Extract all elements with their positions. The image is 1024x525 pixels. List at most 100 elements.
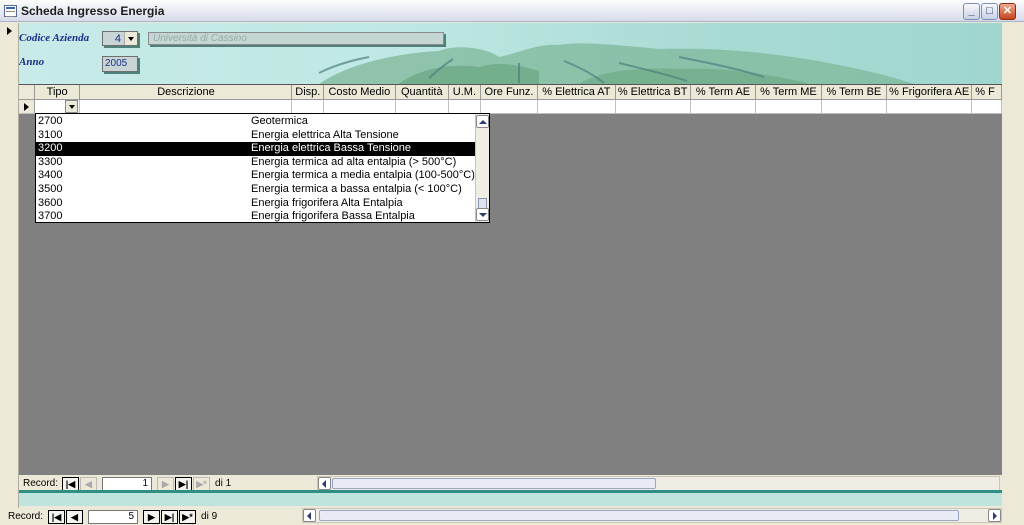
col-header[interactable]: % Term BE (822, 85, 888, 99)
list-item[interactable]: 2700 Geotermica (36, 115, 476, 129)
prev-record-button[interactable]: ◀ (80, 476, 98, 491)
main-record-navigator: Record: |◀ ◀ 5 ▶ ▶| ▶* di 9 (4, 508, 300, 525)
col-header[interactable]: Tipo (35, 85, 81, 99)
codice-azienda-label: Codice Azienda (19, 32, 90, 44)
col-header[interactable]: Ore Funz. (481, 85, 539, 99)
list-item[interactable]: 3600 Energia frigorifera Alta Entalpia (36, 197, 476, 211)
item-desc: Energia termica ad alta entalpia (> 500°… (251, 155, 457, 168)
scroll-down-icon[interactable] (476, 208, 489, 221)
record-number-input[interactable]: 1 (102, 476, 153, 491)
item-code: 2700 (38, 115, 63, 127)
um-cell[interactable] (449, 100, 481, 113)
chevron-down-icon[interactable] (65, 100, 79, 113)
col-header[interactable]: Quantità (396, 85, 450, 99)
tipo-cell[interactable] (35, 100, 81, 113)
costo-medio-cell[interactable] (324, 100, 396, 113)
item-desc: Energia termica a bassa entalpia (< 100°… (251, 183, 462, 195)
item-code: 3400 (38, 169, 63, 182)
item-desc: Energia frigorifera Alta Entalpia (251, 196, 403, 209)
scroll-left-icon[interactable] (318, 477, 331, 490)
ore-funz-cell[interactable] (481, 100, 539, 113)
record-selector[interactable] (3, 23, 19, 508)
prev-record-button[interactable]: ◀ (66, 509, 84, 524)
col-header[interactable]: % F (972, 85, 1002, 99)
scroll-thumb[interactable] (319, 510, 959, 521)
col-header[interactable]: % Frigorifera AE (887, 85, 973, 99)
anno-label: Anno (19, 56, 45, 68)
item-code: 3300 (38, 155, 63, 168)
last-record-button[interactable]: ▶| (175, 476, 193, 491)
term-be-cell[interactable] (822, 100, 888, 113)
quantita-cell[interactable] (396, 100, 450, 113)
scroll-left-icon[interactable] (303, 509, 316, 522)
col-header[interactable]: % Term ME (756, 85, 822, 99)
item-code: 3200 (38, 142, 63, 155)
list-item-selected[interactable]: 3200 Energia elettrica Bassa Tensione (36, 142, 476, 156)
current-record-arrow-icon (7, 27, 12, 35)
list-item[interactable]: 3700 Energia frigorifera Bassa Entalpia (36, 210, 476, 223)
item-code: 3500 (38, 183, 63, 195)
tipo-dropdown-list[interactable]: 2700 Geotermica 3100 Energia elettrica Alt… (35, 113, 490, 223)
codice-azienda-value: 4 (114, 33, 121, 45)
item-desc: Geotermica (251, 115, 308, 127)
chevron-down-icon[interactable] (124, 32, 137, 45)
term-ae-cell[interactable] (691, 100, 757, 113)
form-header: Codice Azienda 4 Università di Cassino A… (19, 23, 1002, 84)
next-record-button[interactable]: ▶ (143, 509, 161, 524)
form-body: Codice Azienda 4 Università di Cassino A… (0, 22, 1024, 525)
minimize-button[interactable]: _ (963, 3, 980, 20)
datasheet-header: Tipo Descrizione Disp. Costo Medio Quant… (19, 85, 1002, 100)
row-selector-arrow-icon[interactable] (19, 100, 35, 113)
item-desc: Energia frigorifera Bassa Entalpia (251, 210, 415, 223)
record-total: di 9 (201, 511, 218, 522)
first-record-button[interactable]: |◀ (48, 509, 66, 524)
item-desc: Energia elettrica Alta Tensione (251, 128, 399, 141)
close-button[interactable]: ✕ (999, 3, 1016, 20)
record-total: di 1 (215, 478, 232, 489)
item-desc: Energia elettrica Bassa Tensione (251, 142, 412, 155)
new-record-button[interactable]: ▶* (179, 509, 197, 524)
azienda-name-field: Università di Cassino (148, 32, 444, 45)
col-header[interactable]: Descrizione (80, 85, 293, 99)
disp-cell[interactable] (292, 100, 325, 113)
scroll-up-icon[interactable] (476, 115, 489, 128)
descrizione-cell[interactable] (80, 100, 293, 113)
list-item[interactable]: 3100 Energia elettrica Alta Tensione (36, 129, 476, 143)
col-header[interactable]: Disp. (292, 85, 325, 99)
frigorifera-ae-cell[interactable] (887, 100, 973, 113)
last-record-button[interactable]: ▶| (161, 509, 179, 524)
dropdown-scrollbar[interactable] (475, 114, 489, 222)
term-me-cell[interactable] (756, 100, 822, 113)
new-record-row[interactable] (19, 100, 1002, 114)
subform-horizontal-scrollbar[interactable] (317, 476, 1000, 491)
next-record-button[interactable]: ▶ (157, 476, 175, 491)
elettrica-bt-cell[interactable] (616, 100, 691, 113)
frigorifera-cell[interactable] (972, 100, 1002, 113)
elettrica-at-cell[interactable] (538, 100, 616, 113)
maximize-button[interactable]: □ (981, 3, 998, 20)
first-record-button[interactable]: |◀ (62, 476, 80, 491)
item-code: 3600 (38, 196, 63, 209)
new-record-button[interactable]: ▶* (193, 476, 211, 491)
title-bar[interactable]: Scheda Ingresso Energia _ □ ✕ (0, 0, 1024, 22)
record-number-input[interactable]: 5 (88, 509, 139, 524)
window-title: Scheda Ingresso Energia (21, 4, 165, 18)
form-footer-strip (19, 490, 1002, 506)
item-code: 3100 (38, 128, 63, 141)
col-header[interactable]: Costo Medio (324, 85, 396, 99)
item-code: 3700 (38, 210, 63, 223)
list-item[interactable]: 3400 Energia termica a media entalpia (10… (36, 169, 476, 183)
list-item[interactable]: 3300 Energia termica ad alta entalpia (> … (36, 156, 476, 170)
col-header[interactable]: % Term AE (691, 85, 757, 99)
col-header[interactable]: % Elettrica BT (616, 85, 691, 99)
main-horizontal-scrollbar[interactable] (302, 508, 1002, 523)
list-item[interactable]: 3500 Energia termica a bassa entalpia (< … (36, 183, 476, 197)
scroll-right-icon[interactable] (988, 509, 1001, 522)
record-label: Record: (23, 478, 59, 489)
scroll-thumb[interactable] (332, 478, 656, 489)
select-all-corner[interactable] (19, 85, 35, 99)
anno-field[interactable]: 2005 (102, 56, 138, 72)
col-header[interactable]: U.M. (449, 85, 481, 99)
codice-azienda-combo[interactable]: 4 (102, 31, 138, 46)
col-header[interactable]: % Elettrica AT (538, 85, 616, 99)
